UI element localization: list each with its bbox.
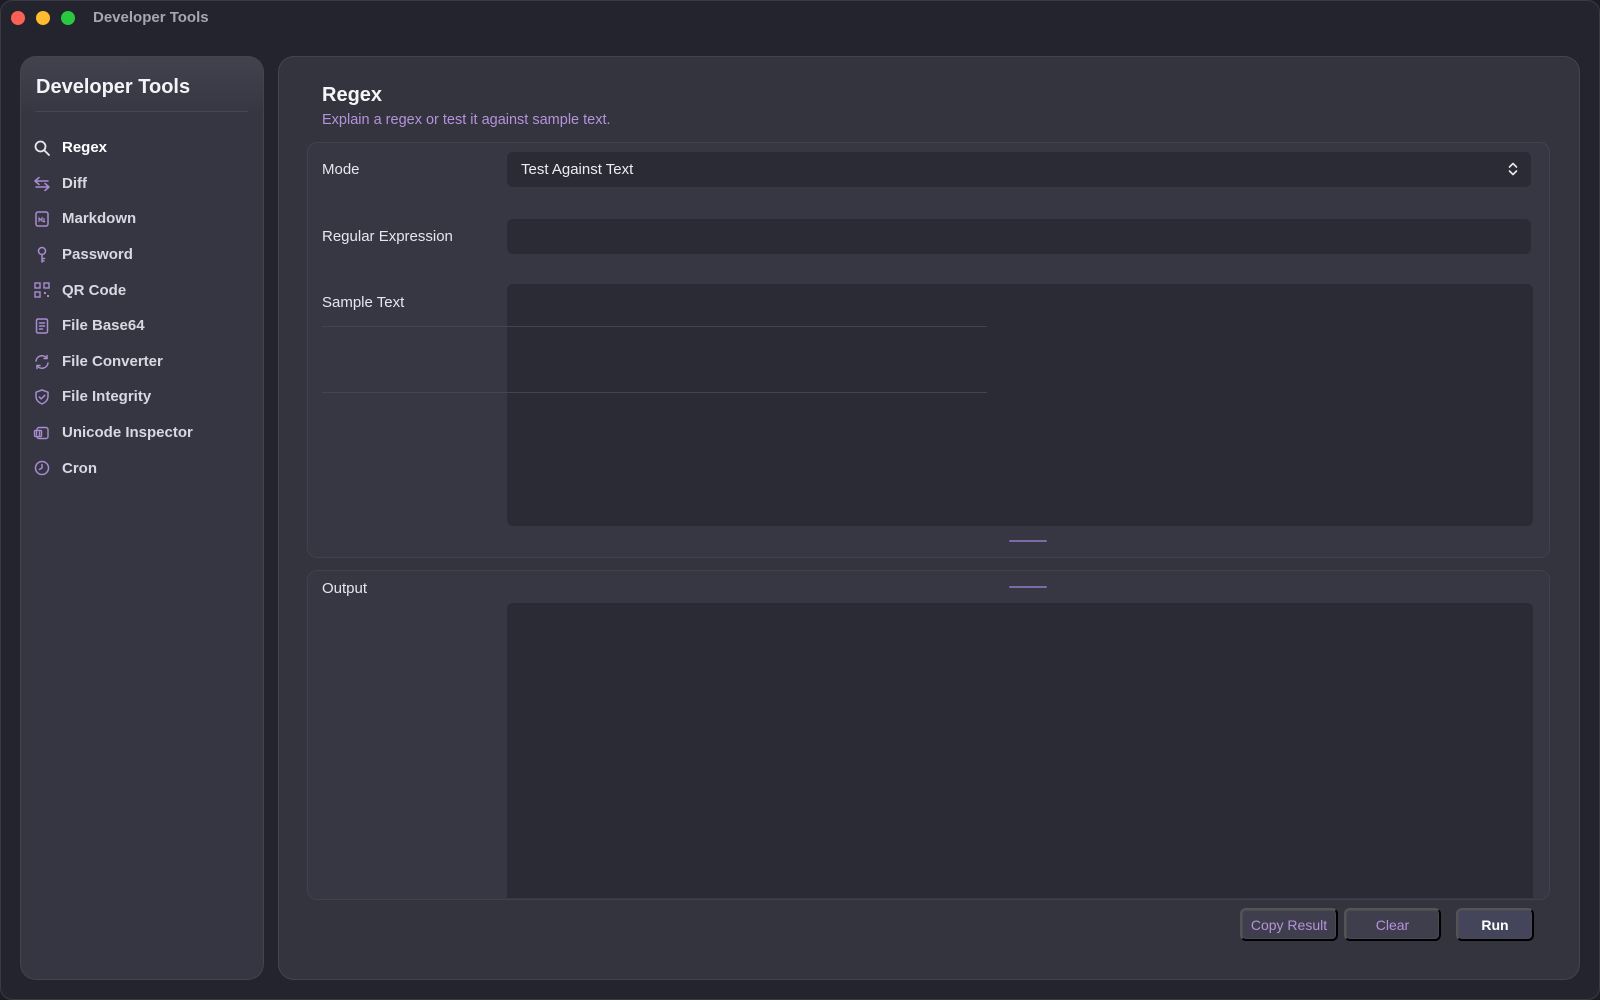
row-divider bbox=[322, 326, 987, 327]
window-minimize-button[interactable] bbox=[36, 11, 50, 25]
title-bar: Developer Tools bbox=[0, 0, 1600, 36]
sidebar: Developer Tools Regex Diff Markdown Pass… bbox=[20, 56, 264, 980]
markdown-doc-icon bbox=[33, 210, 51, 228]
sidebar-item-label: Unicode Inspector bbox=[62, 424, 193, 442]
chevron-up-down-icon bbox=[1507, 160, 1519, 178]
app-window: Developer Tools Developer Tools Regex Di… bbox=[0, 0, 1600, 1000]
page-title: Regex bbox=[322, 84, 383, 106]
key-icon bbox=[33, 246, 51, 264]
sidebar-item-diff[interactable]: Diff bbox=[20, 166, 264, 202]
sample-text-area[interactable] bbox=[507, 284, 1533, 526]
main-panel: Regex Explain a regex or test it against… bbox=[278, 56, 1580, 980]
mode-select[interactable]: Test Against Text bbox=[507, 152, 1531, 187]
clear-button[interactable]: Clear bbox=[1344, 908, 1441, 941]
resize-handle[interactable] bbox=[1009, 586, 1047, 588]
resize-handle[interactable] bbox=[1009, 540, 1047, 542]
sidebar-divider bbox=[36, 111, 248, 112]
sidebar-item-cron[interactable]: Cron bbox=[20, 450, 264, 486]
output-card: Output bbox=[307, 570, 1550, 900]
mode-label: Mode bbox=[322, 161, 360, 178]
file-doc-icon bbox=[33, 317, 51, 335]
window-close-button[interactable] bbox=[11, 11, 25, 25]
search-icon bbox=[33, 139, 51, 157]
sidebar-item-file-base64[interactable]: File Base64 bbox=[20, 308, 264, 344]
sidebar-item-label: File Base64 bbox=[62, 317, 145, 335]
sidebar-item-label: Regex bbox=[62, 139, 108, 157]
unicode-icon bbox=[33, 424, 51, 442]
sidebar-item-file-converter[interactable]: File Converter bbox=[20, 344, 264, 380]
sidebar-title: Developer Tools bbox=[36, 76, 191, 98]
sidebar-item-unicode-inspector[interactable]: Unicode Inspector bbox=[20, 415, 264, 451]
clock-icon bbox=[33, 459, 51, 477]
copy-result-button[interactable]: Copy Result bbox=[1240, 908, 1338, 941]
mode-select-value: Test Against Text bbox=[521, 161, 634, 178]
input-card: Mode Test Against Text Regular Expressio… bbox=[307, 142, 1550, 558]
sidebar-item-qr-code[interactable]: QR Code bbox=[20, 272, 264, 308]
run-button[interactable]: Run bbox=[1456, 908, 1534, 941]
shield-check-icon bbox=[33, 388, 51, 406]
sidebar-item-label: File Integrity bbox=[62, 388, 152, 406]
refresh-arrows-icon bbox=[33, 353, 51, 371]
output-label: Output bbox=[322, 580, 368, 597]
qr-code-icon bbox=[33, 281, 51, 299]
sidebar-item-label: Diff bbox=[62, 174, 87, 192]
sidebar-item-label: Markdown bbox=[62, 210, 137, 228]
sidebar-item-label: Password bbox=[62, 246, 133, 264]
sidebar-item-regex[interactable]: Regex bbox=[20, 130, 264, 166]
sidebar-item-file-integrity[interactable]: File Integrity bbox=[20, 379, 264, 415]
window-title: Developer Tools bbox=[93, 9, 209, 26]
sidebar-item-label: QR Code bbox=[62, 281, 127, 299]
sidebar-nav: Regex Diff Markdown Password QR Code Fil… bbox=[20, 130, 264, 486]
sidebar-item-markdown[interactable]: Markdown bbox=[20, 201, 264, 237]
arrows-swap-icon bbox=[33, 175, 51, 193]
sidebar-item-password[interactable]: Password bbox=[20, 237, 264, 273]
window-zoom-button[interactable] bbox=[61, 11, 75, 25]
regex-input[interactable] bbox=[507, 219, 1531, 254]
row-divider bbox=[322, 392, 987, 393]
regex-label: Regular Expression bbox=[322, 228, 453, 245]
sidebar-item-label: Cron bbox=[62, 459, 97, 477]
page-subtitle: Explain a regex or test it against sampl… bbox=[322, 112, 611, 128]
output-area[interactable] bbox=[507, 603, 1533, 898]
sample-text-label: Sample Text bbox=[322, 294, 405, 311]
sidebar-item-label: File Converter bbox=[62, 352, 163, 370]
